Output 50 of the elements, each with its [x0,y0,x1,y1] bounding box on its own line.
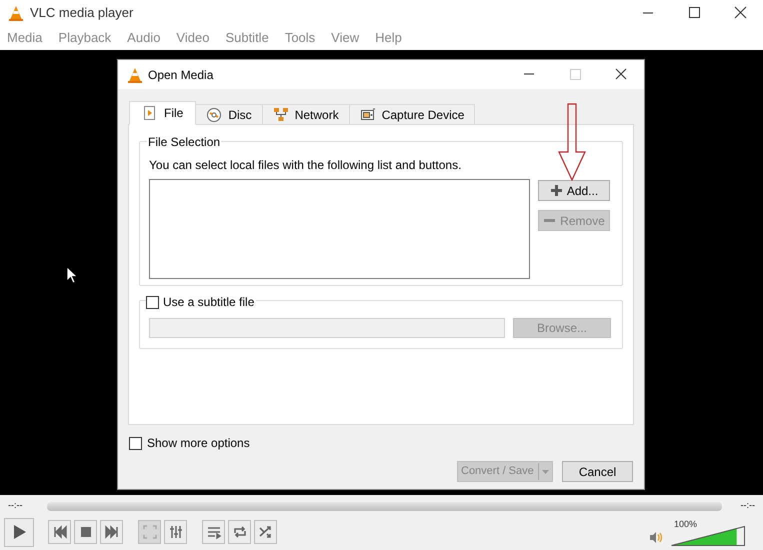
menu-item[interactable]: Tools [284,28,316,48]
tab[interactable]: File [129,101,196,125]
menu-item[interactable]: Audio [127,28,160,48]
checkbox[interactable] [146,296,159,308]
stop-button[interactable] [74,520,97,544]
checkbox-label: Use a subtitle file [163,294,254,311]
menu-item[interactable]: Subtitle [225,28,269,48]
network-icon [272,106,289,122]
dialog-title: Open Media [148,66,214,84]
play-icon [11,524,27,540]
next-icon [104,524,120,540]
subtitle-file-field[interactable] [149,318,505,338]
monitor-icon [360,106,376,122]
tab[interactable]: Network [262,104,350,125]
menu-item[interactable]: Media [7,28,42,48]
previous-button[interactable] [48,520,71,544]
shuffle-button[interactable] [254,520,277,544]
mouse-pointer-icon [66,266,78,285]
vlc-cone-icon [8,5,24,21]
volume-reading: 100% [674,518,698,531]
sliders-icon [168,524,184,540]
next-button[interactable] [100,520,123,544]
play-button[interactable] [4,518,34,546]
file-list[interactable] [149,179,530,279]
checkbox-label: Show more options [147,435,250,452]
plus-icon [550,184,563,197]
fullscreen-icon [142,524,158,540]
previous-icon [52,524,68,540]
tab[interactable]: Disc [196,104,263,125]
cancel-button[interactable]: Cancel [562,461,633,482]
playlist-button[interactable] [202,520,225,544]
menu-item[interactable]: Video [176,28,210,48]
loop-button[interactable] [228,520,251,544]
menu-item[interactable]: View [331,28,360,48]
add-button[interactable]: Add... [538,180,610,201]
disc-icon [206,106,222,122]
shuffle-icon [258,524,274,540]
remaining-time: --:-- [740,499,755,512]
checkbox[interactable] [129,436,142,450]
speaker-icon[interactable] [649,531,663,544]
sliders-button[interactable] [164,520,187,544]
hint-text: You can select local files with the following list and buttons. [149,157,462,174]
menu-item[interactable]: Help [375,28,402,48]
loop-icon [232,524,248,540]
vlc-cone-icon [127,66,143,82]
elapsed-time: --:-- [8,499,24,512]
window-title: VLC media player [30,4,134,22]
menu-item[interactable]: Playback [58,28,112,48]
document-icon [142,105,158,121]
tab[interactable]: Capture Device [350,104,476,125]
